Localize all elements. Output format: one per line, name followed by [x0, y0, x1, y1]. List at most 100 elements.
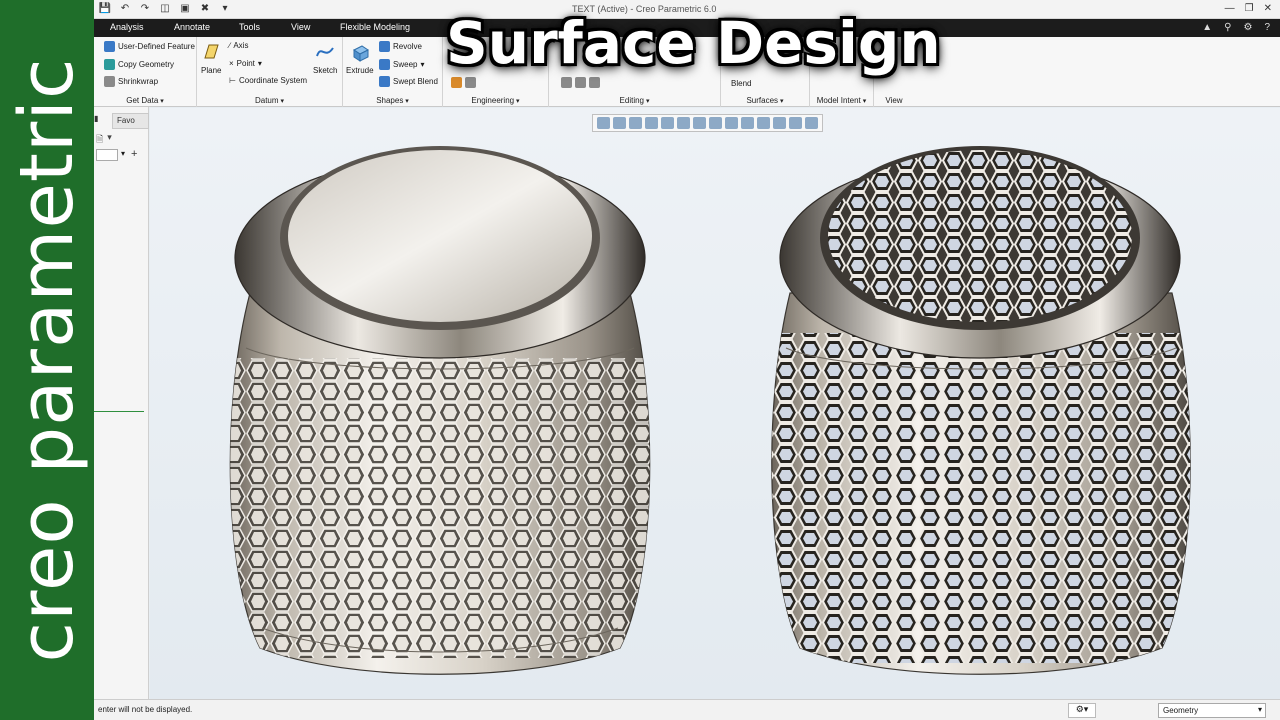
- status-bar: enter will not be displayed. ⚙▾ Geometry: [94, 699, 1280, 720]
- copy-geometry-icon: [104, 59, 115, 70]
- group-shapes: Extrude Revolve Sweep ▾ Swept Blend Shap…: [343, 37, 443, 107]
- plane-button[interactable]: Plane: [201, 42, 221, 75]
- model-tree-toolbar: 🗎 ▾: [96, 132, 112, 148]
- perspective-icon[interactable]: [709, 117, 722, 129]
- customize-icon[interactable]: ▾: [218, 3, 232, 14]
- selection-filter-dropdown[interactable]: Geometry: [1158, 703, 1266, 718]
- chamfer-icon: [451, 77, 462, 88]
- tab-view[interactable]: View: [291, 22, 310, 32]
- tree-filter-input[interactable]: [96, 149, 118, 161]
- saved-orientations-icon[interactable]: [677, 117, 690, 129]
- solid-model-right: [771, 146, 1191, 675]
- add-icon[interactable]: +: [131, 148, 137, 160]
- plane-icon: [204, 44, 219, 59]
- windows-icon[interactable]: ▣: [178, 3, 192, 14]
- group-label-view[interactable]: View: [874, 96, 914, 105]
- datum-display-icon[interactable]: [741, 117, 754, 129]
- close-icon[interactable]: ✕: [1264, 3, 1272, 14]
- solidify-icon: [589, 77, 600, 88]
- chevron-down-icon[interactable]: ▾: [121, 149, 125, 158]
- udf-icon: [104, 41, 115, 52]
- model-tree-tabs: ▮ Favo: [94, 111, 149, 131]
- swept-blend-icon: [379, 76, 390, 87]
- group-datum: Plane ∕ Axis × Point ▾ ⊢ Coordinate Syst…: [197, 37, 343, 107]
- tab-annotate[interactable]: Annotate: [174, 22, 210, 32]
- search-icon[interactable]: ⚲: [1224, 22, 1231, 33]
- zoom-out-icon[interactable]: [629, 117, 642, 129]
- shrinkwrap-icon: [104, 76, 115, 87]
- group-label-engineering[interactable]: Engineering: [443, 96, 548, 105]
- brand-text: creo parametric: [4, 57, 90, 663]
- csys-display-icon[interactable]: [805, 117, 818, 129]
- group-label-editing[interactable]: Editing: [549, 96, 720, 105]
- group-get-data: User-Defined Feature Copy Geometry Shrin…: [94, 37, 197, 107]
- chevron-down-icon[interactable]: ▾: [107, 132, 112, 148]
- section-icon[interactable]: [725, 117, 738, 129]
- repaint-icon[interactable]: [645, 117, 658, 129]
- sketch-icon: [316, 47, 335, 57]
- graphics-window[interactable]: [150, 108, 1280, 699]
- shrinkwrap-button[interactable]: Shrinkwrap: [104, 76, 158, 87]
- collapse-ribbon-icon[interactable]: ▲: [1202, 22, 1212, 33]
- annotation-display-icon[interactable]: [757, 117, 770, 129]
- save-icon[interactable]: 💾: [98, 3, 112, 14]
- restore-icon[interactable]: ❐: [1245, 3, 1254, 14]
- ribbon-right-icons: ▲ ⚲ ⚙ ?: [1202, 22, 1270, 33]
- minimize-icon[interactable]: —: [1225, 3, 1235, 14]
- tab-favorites[interactable]: Favo: [112, 113, 149, 129]
- engineering-tools[interactable]: [451, 77, 476, 88]
- redo-icon[interactable]: ↷: [138, 3, 152, 14]
- selection-filter-icon[interactable]: ⚙▾: [1068, 703, 1096, 718]
- csys-icon: ⊢: [229, 76, 236, 85]
- swept-blend-button[interactable]: Swept Blend: [379, 76, 438, 87]
- help-icon[interactable]: ?: [1264, 22, 1270, 33]
- group-label-datum[interactable]: Datum: [197, 96, 342, 105]
- group-label-shapes[interactable]: Shapes: [343, 96, 442, 105]
- settings-icon[interactable]: ⚙: [1243, 22, 1252, 33]
- brand-banner: creo parametric: [0, 0, 94, 720]
- group-label-surfaces[interactable]: Surfaces: [721, 96, 809, 105]
- window-controls: — ❐ ✕: [1225, 3, 1272, 14]
- mirror-icon: [561, 77, 572, 88]
- refit-icon[interactable]: [597, 117, 610, 129]
- rib-icon: [465, 77, 476, 88]
- axis-button[interactable]: ∕ Axis: [229, 41, 248, 50]
- sweep-button[interactable]: Sweep ▾: [379, 59, 424, 70]
- spin-center-icon[interactable]: [773, 117, 786, 129]
- sketch-button[interactable]: Sketch: [313, 42, 337, 75]
- regenerate-icon[interactable]: ◫: [158, 3, 172, 14]
- axis-icon: ∕: [229, 41, 231, 50]
- zoom-in-icon[interactable]: [613, 117, 626, 129]
- tab-model-tree[interactable]: ▮: [94, 114, 98, 123]
- model-tree-panel: ▮ Favo 🗎 ▾ ▾ +: [94, 107, 149, 699]
- extrude-icon: [352, 45, 369, 62]
- revolve-icon: [379, 41, 390, 52]
- view-manager-icon[interactable]: [693, 117, 706, 129]
- coordinate-system-button[interactable]: ⊢ Coordinate System: [229, 76, 307, 85]
- group-label-get-data[interactable]: Get Data: [94, 96, 196, 105]
- user-defined-feature-button[interactable]: User-Defined Feature: [104, 41, 195, 52]
- revolve-button[interactable]: Revolve: [379, 41, 422, 52]
- extrude-button[interactable]: Extrude: [346, 42, 374, 75]
- copy-geometry-button[interactable]: Copy Geometry: [104, 59, 174, 70]
- close-window-icon[interactable]: ✖: [198, 3, 212, 14]
- status-message: enter will not be displayed.: [98, 705, 193, 714]
- trim-icon: [575, 77, 586, 88]
- blend-button[interactable]: Blend: [731, 79, 751, 88]
- appearance-icon[interactable]: [789, 117, 802, 129]
- solid-model-left: [229, 146, 651, 675]
- tab-flexible-modeling[interactable]: Flexible Modeling: [340, 22, 410, 32]
- sweep-icon: [379, 59, 390, 70]
- point-button[interactable]: × Point ▾: [229, 59, 262, 68]
- point-icon: ×: [229, 59, 234, 68]
- video-headline: Surface Design: [446, 9, 941, 77]
- editing-tools[interactable]: [561, 77, 600, 88]
- graphics-toolbar: [592, 114, 823, 132]
- tab-analysis[interactable]: Analysis: [110, 22, 144, 32]
- tab-tools[interactable]: Tools: [239, 22, 260, 32]
- display-style-icon[interactable]: [661, 117, 674, 129]
- model-render: [229, 146, 1191, 675]
- group-label-model-intent[interactable]: Model Intent: [810, 96, 873, 105]
- undo-icon[interactable]: ↶: [118, 3, 132, 14]
- tree-settings-icon[interactable]: 🗎: [96, 132, 103, 148]
